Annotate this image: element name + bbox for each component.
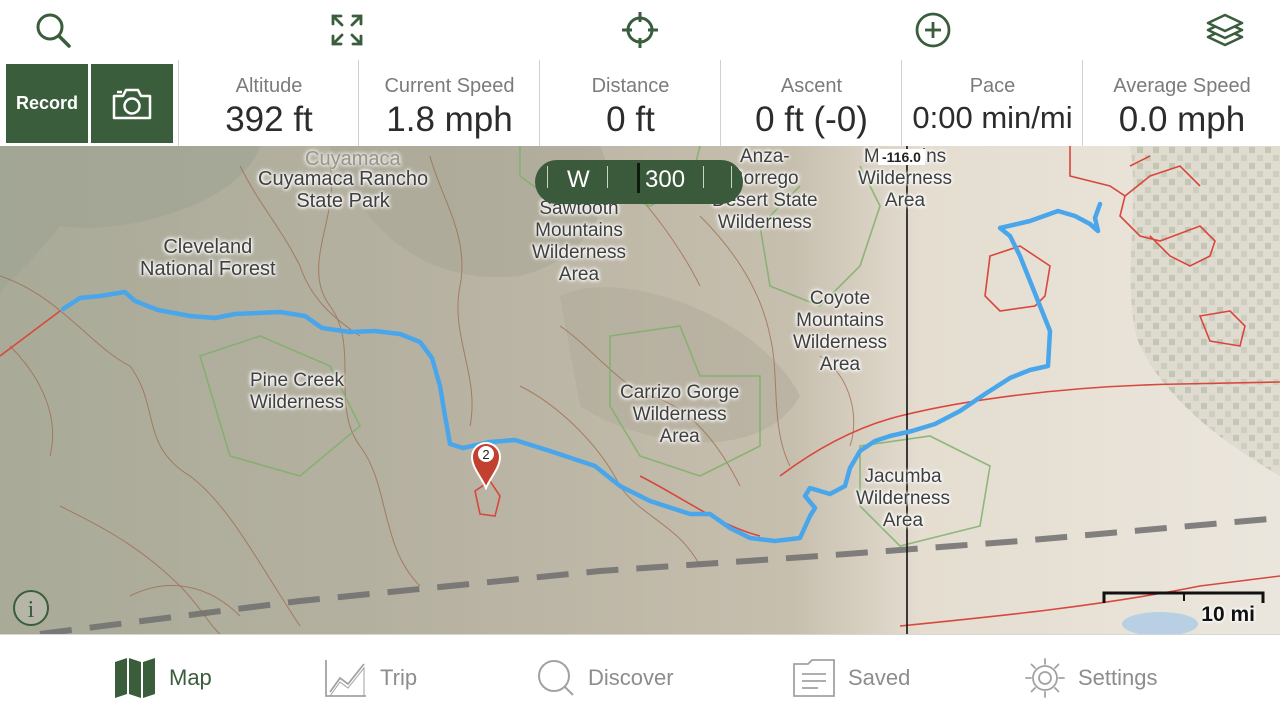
map-label-coyote: Coyote Mountains Wilderness Area	[793, 288, 887, 375]
info-button[interactable]: i	[13, 590, 49, 626]
stat-current-speed: Current Speed 1.8 mph	[358, 60, 540, 146]
map-pin-icon: 2	[470, 442, 502, 491]
stat-label: Distance	[591, 75, 670, 97]
stat-value: 0:00 min/mi	[912, 100, 1073, 135]
map-label-jacumba: Jacumba Wilderness Area	[856, 466, 950, 531]
stats-bar: Record Altitude 392 ft Current Speed 1.8…	[0, 60, 1280, 147]
settings-gear-icon	[1025, 658, 1065, 698]
map-label-sawtooth: Sawtooth Mountains Wilderness Area	[532, 198, 626, 285]
pin-number: 2	[482, 447, 489, 462]
add-icon[interactable]	[911, 8, 955, 52]
nav-discover[interactable]: Discover	[536, 655, 674, 701]
compass-tick	[547, 166, 548, 188]
nav-map[interactable]: Map	[113, 655, 212, 701]
camera-button[interactable]	[91, 64, 173, 143]
stat-label: Average Speed	[1113, 75, 1251, 97]
map-label-cuyamaca-rancho: Cuyamaca Rancho State Park	[258, 168, 429, 212]
camera-icon	[112, 88, 152, 119]
nav-saved[interactable]: Saved	[792, 655, 910, 701]
bottom-navigation: Map Trip Discover Saved Settings	[0, 634, 1280, 721]
nav-label: Discover	[588, 665, 674, 690]
stat-value: 392 ft	[225, 100, 313, 139]
scale-label: 10 mi	[1201, 603, 1255, 626]
map-label-cleveland-nf: Cleveland National Forest	[140, 236, 276, 280]
saved-folder-icon	[793, 659, 835, 697]
record-button[interactable]: Record	[6, 64, 88, 143]
nav-label: Trip	[380, 665, 418, 690]
stat-ascent: Ascent 0 ft (-0)	[720, 60, 902, 146]
discover-icon	[538, 660, 574, 696]
fullscreen-icon[interactable]	[325, 8, 369, 52]
map-icon	[115, 658, 155, 698]
stat-label: Altitude	[235, 75, 303, 97]
stat-value: 0 ft	[606, 100, 655, 139]
trip-chart-icon	[325, 660, 366, 697]
stat-value: 0.0 mph	[1118, 100, 1246, 139]
layers-icon[interactable]	[1203, 8, 1247, 52]
compass-tick	[731, 166, 732, 188]
stat-distance: Distance 0 ft	[539, 60, 721, 146]
compass-center-marker	[637, 163, 640, 193]
stat-label: Ascent	[780, 75, 843, 97]
stat-label: Current Speed	[384, 75, 515, 97]
compass-tick	[703, 166, 704, 188]
compass-tick	[607, 166, 608, 188]
stat-label: Pace	[969, 75, 1016, 97]
record-controls: Record	[6, 64, 173, 143]
map-label-carrizo: Carrizo Gorge Wilderness Area	[620, 382, 740, 447]
compass-direction: W	[567, 166, 590, 193]
nav-trip[interactable]: Trip	[324, 655, 417, 701]
stat-value: 1.8 mph	[386, 100, 513, 139]
stat-pace: Pace 0:00 min/mi	[901, 60, 1083, 146]
stat-value: 0 ft (-0)	[755, 100, 868, 139]
stat-altitude: Altitude 392 ft	[178, 60, 359, 146]
compass-degrees: 300	[645, 166, 686, 193]
stat-average-speed: Average Speed 0.0 mph	[1082, 60, 1280, 146]
nav-label: Saved	[848, 665, 911, 690]
waypoint-pin[interactable]: 2	[470, 440, 502, 495]
locate-icon[interactable]	[618, 8, 662, 52]
longitude-label: -116.0	[878, 149, 925, 165]
top-toolbar	[0, 0, 1280, 61]
nav-label: Map	[169, 665, 212, 690]
nav-label: Settings	[1078, 665, 1158, 690]
compass-heading[interactable]: W 300	[535, 160, 743, 204]
search-icon[interactable]	[31, 8, 75, 52]
map-view[interactable]: Cuyamaca Cuyamaca Rancho State Park Clev…	[0, 146, 1280, 634]
map-label-cuyamaca-faint: Cuyamaca	[305, 148, 401, 170]
nav-settings[interactable]: Settings	[1024, 655, 1158, 701]
map-label-pine-creek: Pine Creek Wilderness	[250, 370, 344, 413]
scale-bar: 10 mi	[1100, 591, 1265, 631]
